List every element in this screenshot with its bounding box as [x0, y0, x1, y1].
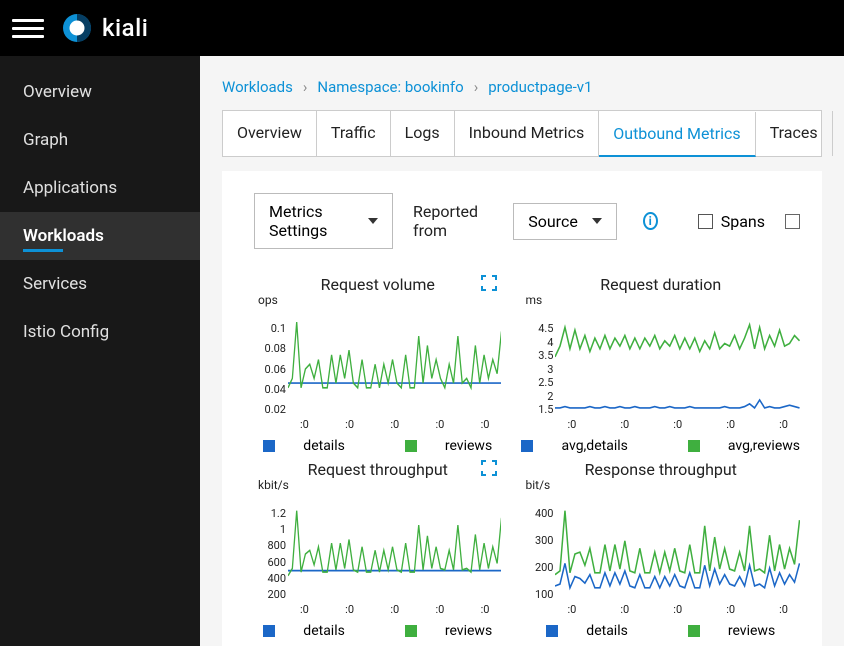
chart-request_throughput: Request throughputkbit/s 1.21800600400200…	[254, 454, 501, 639]
tab-traffic[interactable]: Traffic	[317, 111, 391, 156]
chart-title: Request throughput	[254, 460, 501, 479]
legend-label: details	[303, 438, 345, 454]
reported-from-select[interactable]: Source	[513, 203, 617, 240]
hamburger-menu[interactable]	[12, 12, 44, 44]
tab-logs[interactable]: Logs	[391, 111, 455, 156]
x-axis-ticks: :0:0:0:0:0	[288, 603, 501, 617]
tab-inbound-metrics[interactable]: Inbound Metrics	[455, 111, 600, 156]
chart-legend: details reviews	[521, 623, 800, 639]
checkbox-icon	[698, 214, 713, 229]
chart-unit: kbit/s	[258, 478, 289, 492]
brand-logo[interactable]: kiali	[60, 11, 148, 45]
chart-unit: ops	[258, 293, 278, 307]
sidebar-item-istio-config[interactable]: Istio Config	[0, 308, 200, 356]
chart-response_throughput: Response throughputbit/s 400300200100:0:0…	[521, 454, 800, 639]
breadcrumb-item[interactable]: Namespace: bookinfo	[317, 78, 463, 96]
legend-label: reviews	[728, 623, 775, 639]
y-axis-ticks: 1.21800600400200	[254, 507, 286, 601]
brand-name: kiali	[102, 14, 148, 42]
expand-icon[interactable]	[481, 460, 497, 476]
reported-from-label: Reported from	[413, 202, 493, 240]
spans-checkbox[interactable]: Spans	[698, 212, 765, 231]
kiali-logo-icon	[60, 11, 94, 45]
chart-legend: details reviews	[254, 623, 501, 639]
breadcrumb-item[interactable]: Workloads	[222, 78, 293, 96]
chart-title: Response throughput	[521, 460, 800, 479]
sidebar-item-graph[interactable]: Graph	[0, 116, 200, 164]
spans-label: Spans	[721, 212, 765, 231]
chart-plot	[288, 507, 501, 601]
x-axis-ticks: :0:0:0:0:0	[555, 603, 800, 617]
info-icon[interactable]: i	[643, 212, 658, 230]
y-axis-ticks: 4.543.532.521.5	[521, 322, 553, 416]
reported-from-value: Source	[528, 212, 578, 231]
sidebar-item-overview[interactable]: Overview	[0, 68, 200, 116]
legend-label: details	[586, 623, 628, 639]
tab-overview[interactable]: Overview	[223, 111, 317, 156]
metrics-settings-label: Metrics Settings	[269, 202, 354, 240]
chart-plot	[555, 322, 800, 416]
legend-label: reviews	[445, 623, 492, 639]
expand-icon[interactable]	[481, 275, 497, 291]
caret-down-icon	[592, 218, 602, 224]
metrics-settings-select[interactable]: Metrics Settings	[254, 193, 393, 249]
legend-label: details	[303, 623, 345, 639]
tab-outbound-metrics[interactable]: Outbound Metrics	[599, 112, 755, 157]
chart-plot	[555, 507, 800, 601]
chart-request_volume: Request volumeops 0.10.080.060.040.02:0:0…	[254, 269, 501, 454]
legend-label: reviews	[445, 438, 492, 454]
breadcrumb-item[interactable]: productpage-v1	[488, 78, 592, 96]
chart-plot	[288, 322, 501, 416]
tab-envoy[interactable]: Envoy	[833, 111, 844, 156]
tabs: OverviewTrafficLogsInbound MetricsOutbou…	[222, 110, 822, 157]
sidebar-item-workloads[interactable]: Workloads	[0, 212, 200, 260]
chart-unit: bit/s	[525, 478, 550, 492]
sidebar-item-applications[interactable]: Applications	[0, 164, 200, 212]
chart-title: Request volume	[254, 275, 501, 294]
chart-legend: avg,details avg,reviews	[521, 438, 800, 454]
checkbox-icon	[785, 214, 800, 229]
chart-legend: details reviews	[254, 438, 501, 454]
y-axis-ticks: 0.10.080.060.040.02	[254, 322, 286, 416]
chart-request_duration: Request durationms 4.543.532.521.5:0:0:0:…	[521, 269, 800, 454]
x-axis-ticks: :0:0:0:0:0	[555, 418, 800, 432]
caret-down-icon	[368, 218, 378, 224]
chart-title: Request duration	[521, 275, 800, 294]
y-axis-ticks: 400300200100	[521, 507, 553, 601]
chart-unit: ms	[525, 293, 542, 307]
chevron-right-icon: ›	[474, 78, 479, 96]
secondary-checkbox[interactable]	[785, 214, 800, 229]
x-axis-ticks: :0:0:0:0:0	[288, 418, 501, 432]
chevron-right-icon: ›	[303, 78, 308, 96]
sidebar: OverviewGraphApplicationsWorkloadsServic…	[0, 56, 200, 646]
legend-label: avg,details	[561, 438, 627, 454]
sidebar-item-services[interactable]: Services	[0, 260, 200, 308]
legend-label: avg,reviews	[728, 438, 800, 454]
breadcrumb: Workloads › Namespace: bookinfo › productpag…	[200, 56, 844, 110]
tab-traces[interactable]: Traces	[756, 111, 833, 156]
